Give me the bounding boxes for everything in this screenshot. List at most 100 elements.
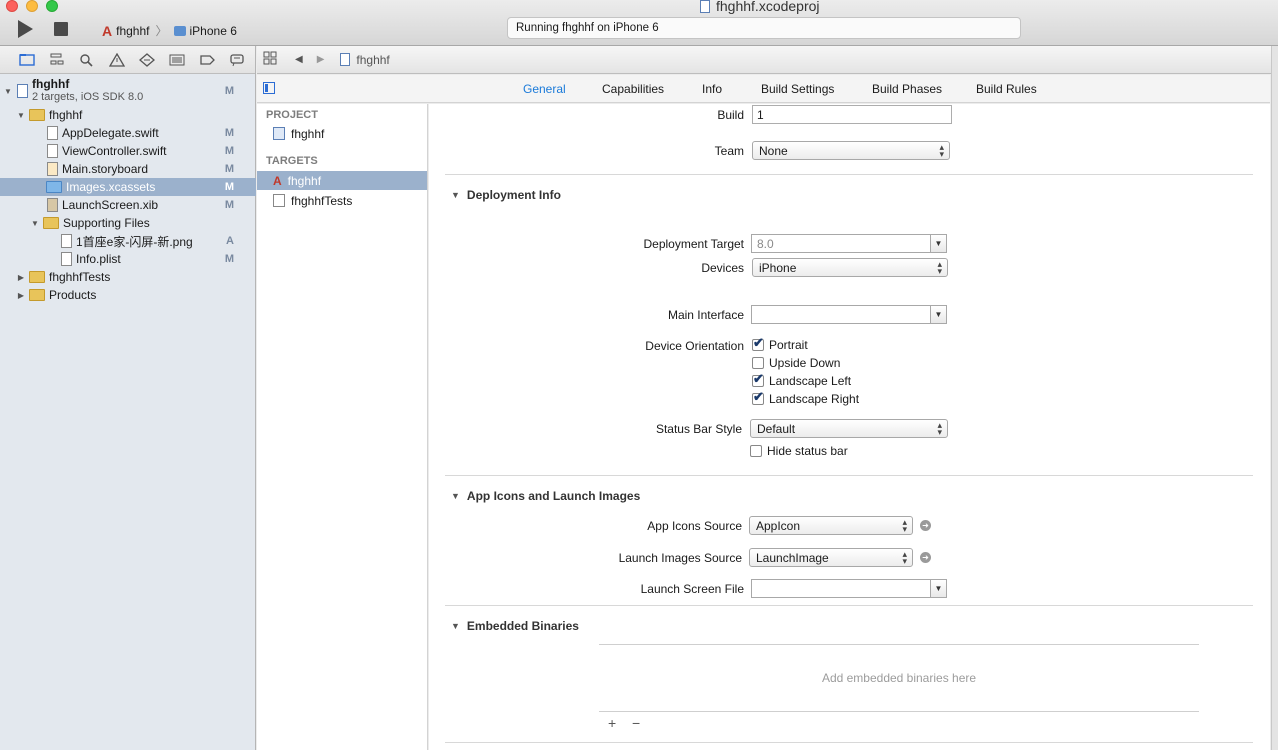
project-navigator-tab[interactable] [12, 50, 42, 70]
device-icon [173, 25, 186, 36]
deployment-target-combo[interactable]: 8.0 ▼ [751, 234, 947, 253]
tree-item-file-selected[interactable]: Images.xcassets M [0, 178, 256, 196]
disclosure-triangle-icon[interactable]: ▼ [451, 190, 460, 200]
run-button[interactable] [18, 20, 33, 38]
tab-build-phases[interactable]: Build Phases [872, 82, 942, 96]
tree-item-file[interactable]: Info.plist M [0, 250, 256, 268]
tab-capabilities[interactable]: Capabilities [602, 82, 664, 96]
checkbox-checked-icon[interactable] [752, 335, 764, 351]
zoom-window-button[interactable] [46, 0, 58, 12]
app-icons-source-popup[interactable]: AppIcon ▴ ▾ [749, 516, 913, 535]
deployment-info-header[interactable]: ▼ Deployment Info [451, 188, 561, 202]
report-navigator-tab[interactable] [222, 50, 252, 70]
disclosure-triangle-icon[interactable]: ▼ [30, 219, 40, 228]
landscape-left-checkbox[interactable]: Landscape Left [752, 371, 851, 388]
tree-item-file[interactable]: AppDelegate.swift M [0, 124, 256, 142]
forward-arrow-icon[interactable]: ▶ [317, 54, 325, 65]
launch-screen-file-combo[interactable]: ▼ [751, 579, 947, 598]
tree-item-file[interactable]: 1首座e家-闪屏-新.png A [0, 232, 256, 250]
app-icons-header[interactable]: ▼ App Icons and Launch Images [451, 489, 640, 503]
scheme-selector[interactable]: A fhghhf 〉 iPhone 6 [102, 22, 237, 39]
hide-status-bar-checkbox[interactable]: Hide status bar [750, 444, 848, 458]
portrait-checkbox[interactable]: Portrait [752, 335, 808, 352]
sidebar-toggle-icon[interactable] [263, 82, 275, 94]
destination-name[interactable]: iPhone 6 [190, 24, 237, 38]
device-orientation-label: Device Orientation [645, 339, 744, 353]
jump-bar-item[interactable]: fhghhf [356, 53, 389, 67]
asset-catalog-icon [46, 181, 62, 193]
disclosure-triangle-icon[interactable]: ▼ [451, 491, 460, 501]
add-binary-button[interactable]: + [608, 715, 616, 731]
related-items-button[interactable] [263, 51, 277, 68]
target-item-app[interactable]: A fhghhf [257, 171, 427, 190]
build-field[interactable]: 1 [752, 105, 952, 124]
status-badge: M [224, 145, 234, 157]
status-badge: M [224, 163, 234, 175]
app-icons-source-value: AppIcon [756, 519, 801, 533]
test-navigator-tab[interactable] [132, 50, 162, 70]
issue-navigator-tab[interactable] [102, 50, 132, 70]
debug-navigator-tab[interactable] [162, 50, 192, 70]
status-bar-style-popup[interactable]: Default ▴ ▾ [750, 419, 948, 438]
chevron-down-icon[interactable]: ▼ [930, 580, 946, 597]
tree-item-group[interactable]: ▶ fhghhfTests [0, 268, 256, 286]
breakpoint-navigator-tab[interactable] [192, 50, 222, 70]
tree-item-file[interactable]: Main.storyboard M [0, 160, 256, 178]
tree-item-project[interactable]: ▼ fhghhf 2 targets, iOS SDK 8.0 M [0, 76, 256, 106]
tab-build-settings[interactable]: Build Settings [761, 82, 834, 96]
checkbox-unchecked-icon[interactable] [752, 357, 764, 369]
embedded-binaries-header[interactable]: ▼ Embedded Binaries [451, 619, 579, 633]
minimize-window-button[interactable] [26, 0, 38, 12]
tab-general[interactable]: General [523, 82, 566, 96]
tab-build-rules[interactable]: Build Rules [976, 82, 1037, 96]
tree-item-label: Info.plist [76, 252, 121, 266]
project-item[interactable]: fhghhf [257, 124, 427, 143]
back-arrow-icon[interactable]: ◀ [295, 54, 303, 65]
go-arrow-icon[interactable]: ➜ [920, 520, 931, 531]
debug-icon [169, 54, 185, 65]
tree-item-group[interactable]: ▶ Products [0, 286, 256, 304]
checkbox-unchecked-icon[interactable] [750, 445, 762, 457]
section-divider [445, 174, 1253, 175]
go-arrow-icon[interactable]: ➜ [920, 552, 931, 563]
checkbox-checked-icon[interactable] [752, 371, 764, 387]
embedded-binaries-list[interactable]: Add embedded binaries here [599, 644, 1199, 712]
tree-item-group[interactable]: ▼ fhghhf [0, 106, 256, 124]
find-navigator-tab[interactable] [72, 50, 102, 70]
symbol-navigator-tab[interactable] [42, 50, 72, 70]
chevron-down-icon[interactable]: ▼ [930, 306, 946, 323]
section-title: App Icons and Launch Images [466, 489, 641, 503]
checkbox-checked-icon[interactable] [752, 389, 764, 405]
folder-icon [19, 54, 35, 66]
launch-images-source-popup[interactable]: LaunchImage ▴ ▾ [749, 548, 913, 567]
tree-item-file[interactable]: ViewController.swift M [0, 142, 256, 160]
disclosure-triangle-icon[interactable]: ▶ [16, 273, 26, 282]
project-navigator: ▼ fhghhf 2 targets, iOS SDK 8.0 M ▼ fhgh… [0, 46, 256, 750]
scheme-name[interactable]: fhghhf [116, 24, 149, 38]
devices-popup[interactable]: iPhone ▴ ▾ [752, 258, 948, 277]
disclosure-triangle-icon[interactable]: ▼ [3, 87, 13, 96]
tab-info[interactable]: Info [702, 82, 722, 96]
upside-down-checkbox[interactable]: Upside Down [752, 356, 840, 370]
main-interface-combo[interactable]: ▼ [751, 305, 947, 324]
deployment-target-label: Deployment Target [643, 237, 745, 251]
section-title: Deployment Info [466, 188, 561, 202]
chevron-down-icon[interactable]: ▼ [930, 235, 946, 252]
team-popup[interactable]: None ▴ ▾ [752, 141, 950, 160]
disclosure-triangle-icon[interactable]: ▶ [16, 291, 26, 300]
status-badge: M [224, 127, 234, 139]
disclosure-triangle-icon[interactable]: ▼ [16, 111, 26, 120]
editor-tab-bar: General Capabilities Info Build Settings… [257, 75, 1270, 103]
disclosure-triangle-icon[interactable]: ▼ [451, 621, 460, 631]
tree-item-file[interactable]: LaunchScreen.xib M [0, 196, 256, 214]
landscape-right-checkbox[interactable]: Landscape Right [752, 389, 859, 406]
target-item-label: fhghhfTests [291, 193, 353, 208]
stop-button[interactable] [54, 22, 68, 36]
tree-item-group[interactable]: ▼ Supporting Files [0, 214, 256, 232]
app-target-icon: A [102, 22, 113, 39]
close-window-button[interactable] [6, 0, 18, 12]
target-item-tests[interactable]: fhghhfTests [257, 191, 427, 210]
remove-binary-button[interactable]: − [632, 715, 640, 731]
app-target-icon: A [273, 173, 282, 188]
folder-icon [43, 217, 59, 229]
